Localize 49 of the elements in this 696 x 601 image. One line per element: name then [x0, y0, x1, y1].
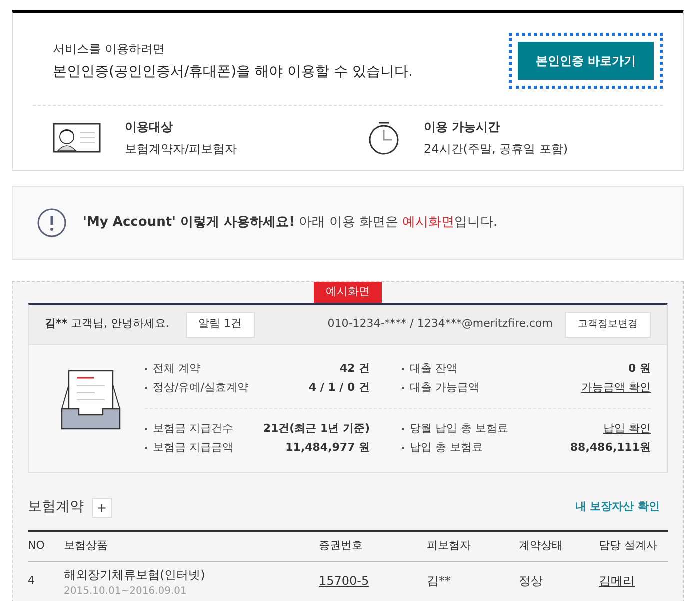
id-card-icon — [53, 123, 101, 153]
summary-label: 당월 납입 총 보험료 — [410, 421, 508, 437]
summary-value: 4 / 1 / 0 건 — [308, 380, 370, 396]
summary-label: 납입 총 보험료 — [410, 440, 483, 456]
summary-link[interactable]: 납입 확인 — [604, 421, 651, 438]
verify-button[interactable]: 본인인증 바로가기 — [518, 42, 654, 80]
column-header: 담당 설계사 — [599, 531, 668, 561]
column-header: 보험상품 — [64, 531, 319, 561]
intro-message: 본인인증(공인인증서/휴대폰)을 해야 이용할 수 있습니다. — [53, 62, 413, 82]
summary-label: 전체 계약 — [153, 361, 200, 377]
exclamation-icon — [37, 208, 67, 238]
column-header: NO — [28, 531, 64, 561]
summary-label: 보험금 지급금액 — [153, 440, 234, 456]
coverage-link[interactable]: 내 보장자산 확인 — [575, 499, 660, 516]
document-tray-icon — [61, 369, 121, 431]
summary-label: 대출 잔액 — [410, 361, 458, 377]
greeting-text: 김** 고객님, 안녕하세요. — [45, 316, 170, 332]
summary-value: 42 건 — [340, 361, 370, 377]
edit-info-button[interactable]: 고객정보변경 — [565, 312, 651, 338]
summary-label: 보험금 지급건수 — [153, 421, 234, 437]
intro-caption: 서비스를 이용하려면 — [53, 40, 166, 58]
summary-label: 대출 가능금액 — [410, 380, 480, 396]
contract-period: 2015.10.01~2016.09.01 — [64, 584, 188, 598]
info-desc: 24시간(주말, 공휴일 포함) — [424, 141, 568, 158]
info-desc: 보험계약자/피보험자 — [125, 141, 238, 158]
column-header: 피보험자 — [427, 531, 519, 561]
section-title: 보험계약 — [28, 498, 84, 517]
summary-label: 정상/유예/실효계약 — [153, 380, 248, 396]
product-name: 해외장기체류보험(인터넷) — [64, 566, 206, 584]
alert-button[interactable]: 알림 1건 — [186, 312, 256, 338]
column-header: 계약상태 — [519, 531, 599, 561]
column-header: 증권번호 — [319, 531, 427, 561]
summary-value: 21건(최근 1년 기준) — [263, 421, 370, 437]
contact-text: 010-1234-**** / 1234***@meritzfire.com — [328, 316, 553, 332]
notice-text: 'My Account' 이렇게 사용하세요! 아래 이용 화면은 예시화면입니다. — [83, 214, 498, 232]
planner-link[interactable]: 김메리 — [599, 574, 635, 588]
table-cell: 정상 — [519, 561, 599, 601]
example-badge: 예시화면 — [314, 282, 382, 303]
table-cell: 4 — [28, 561, 64, 601]
info-title: 이용 가능시간 — [424, 119, 502, 136]
clock-icon — [368, 121, 400, 155]
summary-link[interactable]: 가능금액 확인 — [582, 380, 651, 396]
summary-value: 11,484,977 원 — [286, 440, 370, 456]
info-title: 이용대상 — [125, 119, 174, 136]
summary-value: 88,486,111원 — [570, 440, 651, 456]
add-button[interactable]: + — [92, 498, 112, 518]
summary-value: 0 원 — [628, 361, 651, 377]
policy-link[interactable]: 15700-5 — [319, 574, 370, 588]
table-cell: 김** — [427, 561, 519, 601]
